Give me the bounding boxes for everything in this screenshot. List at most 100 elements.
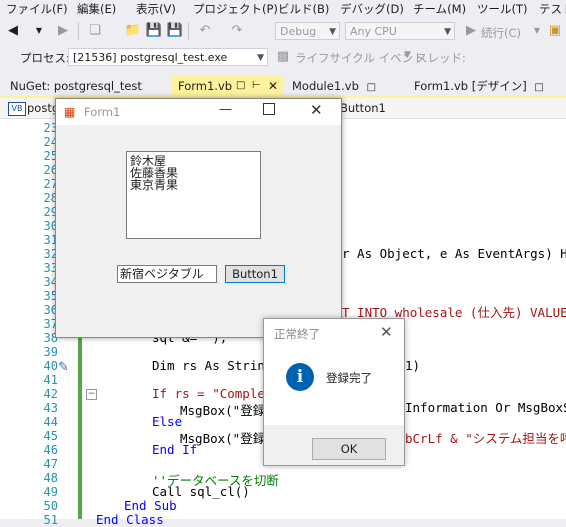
lock-icon: □ xyxy=(366,82,377,93)
process-value: [21536] postgresql_test.exe xyxy=(73,51,228,64)
menu-edit[interactable]: 編集(E) xyxy=(77,1,116,17)
standard-toolbar: ◀ ▼ ▶ ❏ 📁 💾 💾 ↶ ↷ Debug ▼ Any CPU ▼ ▶ 続行(C… xyxy=(0,19,566,43)
close-icon[interactable]: ✕ xyxy=(268,76,278,96)
message-box-dialog: 正常終了 ✕ i 登録完了 OK xyxy=(263,318,405,466)
save-all-icon[interactable]: 💾 xyxy=(166,22,184,40)
line-number: 40 xyxy=(43,359,58,373)
tab-label: NuGet: postgresql_test xyxy=(10,79,142,93)
line-number: 48 xyxy=(43,471,58,485)
menu-file[interactable]: ファイル(F) xyxy=(6,1,68,17)
form-app-icon: ▦ xyxy=(64,105,76,119)
message-box-titlebar[interactable]: 正常終了 ✕ xyxy=(264,319,404,347)
name-textbox[interactable]: 新宿ベジタブル xyxy=(117,265,217,283)
tab-label: Form1.vb xyxy=(178,79,233,93)
maximize-icon[interactable] xyxy=(263,103,275,115)
list-item[interactable]: 東京青果 xyxy=(130,179,178,191)
line-number: 43 xyxy=(43,401,58,415)
list-box[interactable]: 鈴木屋 佐藤香果 東京青果 xyxy=(126,151,261,239)
tab-label: Module1.vb xyxy=(292,79,359,93)
save-icon[interactable]: 💾 xyxy=(145,22,163,40)
process-label: プロセス: xyxy=(20,51,70,65)
tab-nuget[interactable]: NuGet: postgresql_test xyxy=(4,76,148,96)
configuration-value: Debug xyxy=(280,25,317,38)
message-box-title: 正常終了 xyxy=(274,327,320,341)
menu-build[interactable]: ビルド(B) xyxy=(278,1,329,17)
close-icon[interactable]: ✕ xyxy=(380,323,393,341)
tab-label: Form1.vb [デザイン] xyxy=(414,79,527,93)
forward-icon[interactable]: ▶ xyxy=(54,22,72,40)
code-line-51: End Class xyxy=(96,512,164,527)
menu-tools[interactable]: ツール(T) xyxy=(477,1,528,17)
button1[interactable]: Button1 xyxy=(225,265,285,283)
platform-value: Any CPU xyxy=(350,25,397,38)
line-number: 51 xyxy=(43,513,58,527)
line-number: 50 xyxy=(43,499,58,513)
menu-bar: ファイル(F) 編集(E) 表示(V) プロジェクト(P) ビルド(B) デバッ… xyxy=(0,0,566,18)
collapse-icon[interactable]: − xyxy=(86,389,97,400)
tab-form1-vb[interactable]: Form1.vb □ ⊢ ✕ xyxy=(172,76,284,96)
form1-window: ▦ Form1 — ✕ 鈴木屋 佐藤香果 東京青果 新宿ベジタブル Button… xyxy=(55,98,342,338)
menu-test[interactable]: テスト xyxy=(539,1,566,17)
menu-view[interactable]: 表示(V) xyxy=(136,1,176,17)
menu-team[interactable]: チーム(M) xyxy=(413,1,466,17)
menu-debug[interactable]: デバッグ(D) xyxy=(340,1,404,17)
line-number: 46 xyxy=(43,443,58,457)
minimize-icon[interactable]: — xyxy=(219,102,232,117)
message-text: 登録完了 xyxy=(326,371,372,385)
tab-module1-vb[interactable]: Module1.vb □ xyxy=(286,76,382,96)
find-icon[interactable]: ▣ xyxy=(546,22,564,40)
code-line-42: If rs = "Complet xyxy=(152,386,273,401)
tab-form1-design[interactable]: Form1.vb [デザイン] □ xyxy=(408,76,550,96)
code-line-43-end: Information Or MsgBoxSty xyxy=(405,400,566,415)
chevron-down-icon[interactable]: ▼ xyxy=(528,22,546,40)
close-icon[interactable]: ✕ xyxy=(310,101,323,119)
continue-button[interactable]: 続行(C) xyxy=(481,25,521,41)
line-number: 49 xyxy=(43,485,58,499)
form1-title: Form1 xyxy=(84,105,121,119)
code-line-43: MsgBox("登録 xyxy=(180,403,266,418)
pin-icon[interactable]: ⊢ xyxy=(252,76,261,96)
toolbar-separator xyxy=(188,22,189,40)
open-folder-icon[interactable]: 📁 xyxy=(124,22,142,40)
code-line-49: Call sql_cl() xyxy=(152,484,250,499)
undo-icon[interactable]: ↶ xyxy=(196,22,214,40)
message-box-body: i 登録完了 xyxy=(264,347,404,425)
member-dropdown[interactable]: Button1 xyxy=(340,101,386,115)
pencil-icon: ✎ xyxy=(58,360,69,375)
dropdown-arrow-icon[interactable]: ▼ xyxy=(30,22,48,40)
chevron-down-icon: ▼ xyxy=(329,27,336,37)
redo-icon[interactable]: ↷ xyxy=(228,22,246,40)
code-line-50: End Sub xyxy=(124,498,177,513)
continue-icon[interactable]: ▶ xyxy=(462,22,480,40)
vb-file-icon: VB xyxy=(8,102,26,116)
line-number: 44 xyxy=(43,415,58,429)
ok-button[interactable]: OK xyxy=(312,438,386,460)
platform-select[interactable]: Any CPU ▼ xyxy=(345,22,455,40)
code-line-44: Else xyxy=(152,414,183,429)
process-select[interactable]: [21536] postgresql_test.exe ▼ xyxy=(68,48,268,66)
new-project-icon[interactable]: ❏ xyxy=(86,22,104,40)
document-tabs: NuGet: postgresql_test Form1.vb □ ⊢ ✕ Mo… xyxy=(0,76,566,96)
code-line-32: r As Object, e As EventArgs) Han xyxy=(342,246,566,261)
line-number: 39 xyxy=(43,345,58,359)
line-number: 47 xyxy=(43,457,58,471)
toolbar-separator xyxy=(78,22,79,40)
line-number: 45 xyxy=(43,429,58,443)
menu-project[interactable]: プロジェクト(P) xyxy=(193,1,278,17)
lock-icon: □ xyxy=(534,82,544,93)
chevron-down-icon: ▼ xyxy=(404,50,411,60)
code-line-45-end: bCrLf & "システム担当を呼 xyxy=(405,431,566,446)
lifecycle-icon[interactable]: ▩ xyxy=(274,48,292,66)
back-icon[interactable]: ◀ xyxy=(4,22,22,40)
chevron-down-icon: ▼ xyxy=(444,27,451,37)
configuration-select[interactable]: Debug ▼ xyxy=(275,22,340,40)
lock-icon: □ xyxy=(236,80,246,91)
chevron-down-icon: ▼ xyxy=(257,53,264,63)
line-number: 41 xyxy=(43,373,58,387)
code-line-46: End If xyxy=(152,442,198,457)
code-line-40-end: 1) xyxy=(405,358,421,373)
code-line-40: Dim rs As String xyxy=(152,358,273,373)
line-number: 42 xyxy=(43,387,58,401)
form1-titlebar[interactable]: ▦ Form1 — ✕ xyxy=(56,99,341,125)
information-icon: i xyxy=(286,363,314,391)
